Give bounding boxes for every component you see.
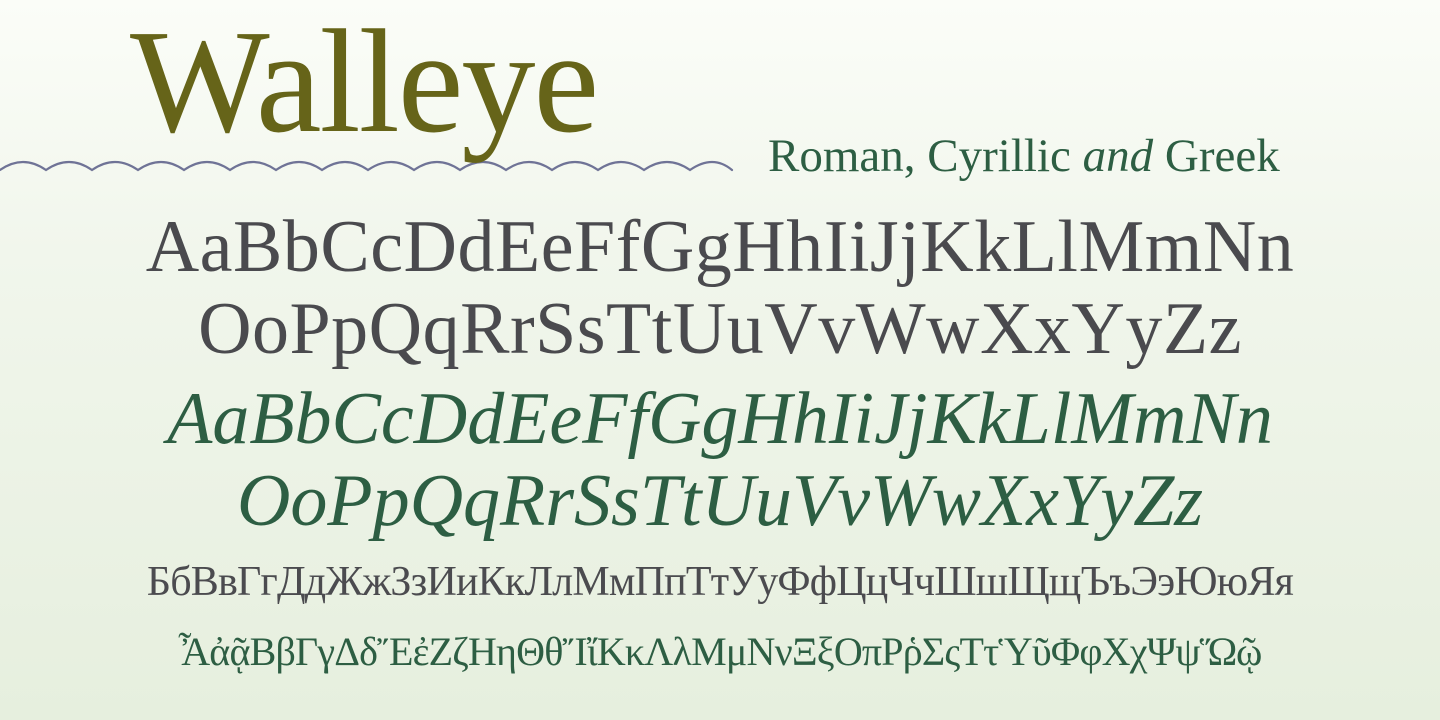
subtitle-scripts: Roman, Cyrillic <box>768 130 1083 182</box>
greek-alphabet-line: ἎἀᾷΒβΓγΔδἜἐΖζΗηΘθἼἴΚκΛλΜμΝνΞξΟπΡῥΣςΤτὙῦΦ… <box>178 629 1262 674</box>
font-specimen: Walleye Roman, Cyrillic and Greek AaBbCc… <box>0 0 1440 720</box>
subtitle: Roman, Cyrillic and Greek <box>768 128 1378 184</box>
subtitle-conjunction: and <box>1082 130 1154 182</box>
italic-alphabet-line-2: OoPpQqRrSsTtUuVvWwXxYyZz <box>236 460 1204 542</box>
subtitle-greek: Greek <box>1153 130 1280 182</box>
italic-alphabet-line-1: AaBbCcDdEeFfGgHhIiJjKkLlMmNn <box>167 378 1273 460</box>
font-title: Walleye <box>130 0 599 164</box>
roman-alphabet-line-1: AaBbCcDdEeFfGgHhIiJjKkLlMmNn <box>145 206 1295 288</box>
roman-alphabet-line-2: OoPpQqRrSsTtUuVvWwXxYyZz <box>198 288 1242 370</box>
cyrillic-alphabet-line: БбВвГгДдЖжЗзИиКкЛлМмПпТтУуФфЦцЧчШшЩщЪъЭэ… <box>146 559 1294 605</box>
